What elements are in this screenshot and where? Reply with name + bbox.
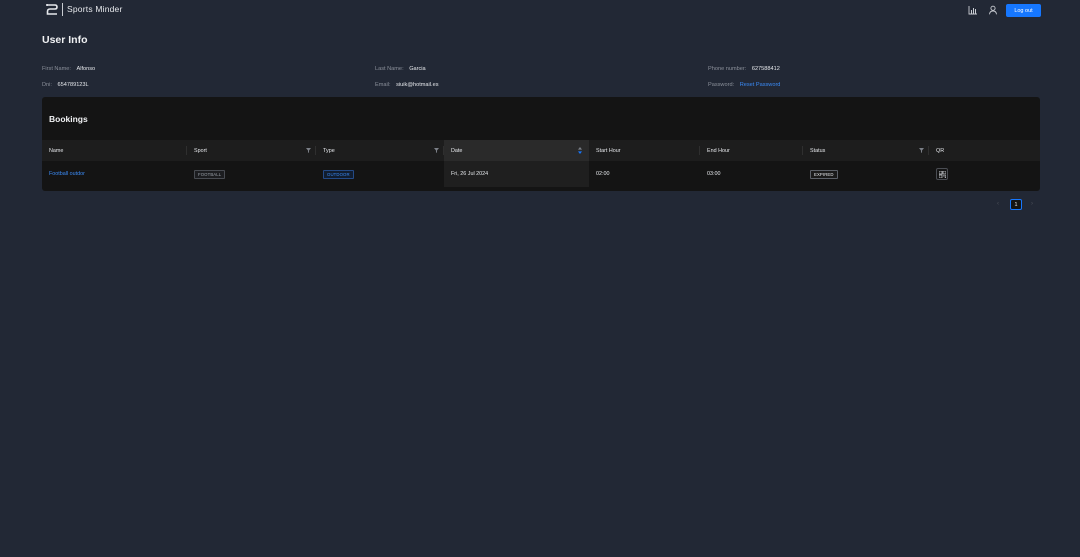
password-field: Password: Reset Password <box>708 82 781 88</box>
dni-value: 654789123L <box>57 82 89 88</box>
booking-start-hour: 02:00 <box>596 171 610 177</box>
qr-code-icon <box>938 170 946 178</box>
table-header: Name Sport Type Date Start Hour End Hour… <box>42 140 1040 161</box>
booking-date: Fri, 26 Jul 2024 <box>451 171 489 177</box>
phone-field: Phone number: 627588412 <box>708 66 780 72</box>
booking-sport-cell: FOOTBALL <box>187 161 316 187</box>
top-bar: Sports Minder Log out <box>0 0 1080 22</box>
pagination-prev-button[interactable]: ‹ <box>997 201 999 207</box>
pagination-next-button[interactable]: › <box>1031 201 1033 207</box>
column-header-sport[interactable]: Sport <box>187 140 316 161</box>
bookings-title: Bookings <box>49 114 88 124</box>
logo-divider <box>62 3 63 16</box>
booking-date-cell: Fri, 26 Jul 2024 <box>444 161 589 187</box>
email-label: Email <box>375 82 389 88</box>
status-filter-icon[interactable] <box>919 148 924 153</box>
type-filter-icon[interactable] <box>434 148 439 153</box>
password-label: Password <box>708 82 733 88</box>
last-name-value: Garcia <box>409 66 426 72</box>
booking-name-link[interactable]: Football outdor <box>49 171 85 177</box>
first-name-field: First Name: Alfonso <box>42 66 96 72</box>
booking-name-cell: Football outdor <box>42 161 187 187</box>
table-row: Football outdor FOOTBALL OUTDOOR Fri, 26… <box>42 161 1040 187</box>
brand-name[interactable]: Sports Minder <box>67 4 123 14</box>
sport-tag: FOOTBALL <box>194 169 226 179</box>
booking-end-hour: 03:00 <box>707 171 721 177</box>
phone-label: Phone number <box>708 66 745 72</box>
column-header-status[interactable]: Status <box>803 140 929 161</box>
booking-qr-cell <box>929 161 1040 187</box>
dni-field: Dni: 654789123L <box>42 82 89 88</box>
user-icon[interactable] <box>988 5 998 15</box>
email-value: siuik@hotmail.es <box>396 82 439 88</box>
page-title: User Info <box>42 34 88 46</box>
column-header-end-hour: End Hour <box>700 140 803 161</box>
sport-filter-icon[interactable] <box>306 148 311 153</box>
reset-password-link[interactable]: Reset Password <box>740 82 781 88</box>
sort-icon[interactable] <box>578 147 582 154</box>
type-tag: OUTDOOR <box>323 169 354 179</box>
booking-type-cell: OUTDOOR <box>316 161 444 187</box>
logout-button[interactable]: Log out <box>1006 4 1041 17</box>
qr-button[interactable] <box>936 168 948 180</box>
bar-chart-icon[interactable] <box>968 5 978 15</box>
email-field: Email: siuik@hotmail.es <box>375 82 439 88</box>
booking-status-cell: EXPIRED <box>803 161 929 187</box>
booking-start-hour-cell: 02:00 <box>589 161 700 187</box>
first-name-label: First Name <box>42 66 70 72</box>
sports-minder-logo-icon[interactable] <box>46 3 58 16</box>
booking-end-hour-cell: 03:00 <box>700 161 803 187</box>
first-name-value: Alfonso <box>76 66 96 72</box>
last-name-label: Last Name <box>375 66 403 72</box>
status-badge: EXPIRED <box>810 169 838 179</box>
column-header-start-hour: Start Hour <box>589 140 700 161</box>
phone-value: 627588412 <box>751 66 780 72</box>
bookings-card: Bookings Name Sport Type Date Start Hour… <box>42 97 1040 191</box>
last-name-field: Last Name: Garcia <box>375 66 426 72</box>
pagination-page-1[interactable]: 1 <box>1010 199 1022 210</box>
column-header-qr: QR <box>936 147 945 154</box>
column-header-type[interactable]: Type <box>316 140 444 161</box>
column-header-date[interactable]: Date <box>444 140 589 161</box>
column-header-name: Name <box>42 140 187 161</box>
